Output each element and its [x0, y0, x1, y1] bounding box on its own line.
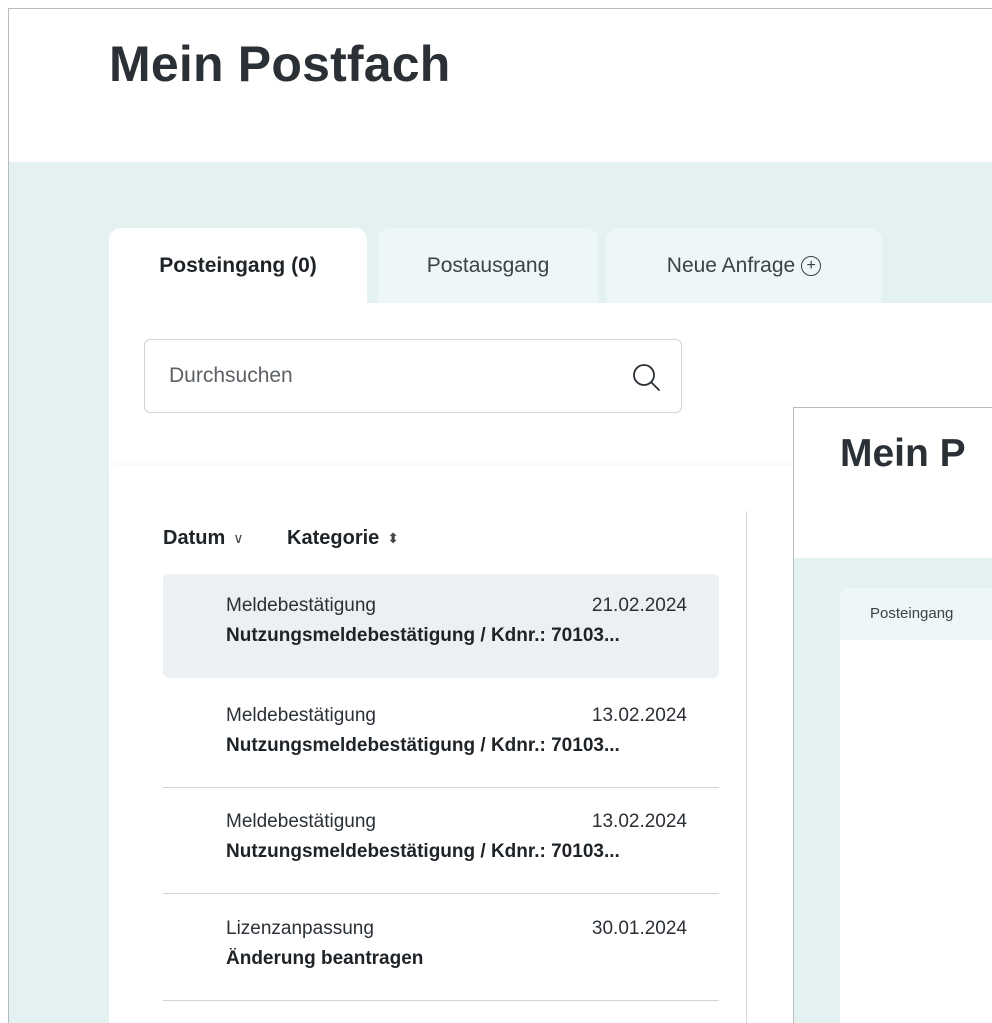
overlay-tab-posteingang[interactable]: Posteingang	[840, 588, 992, 640]
search-input[interactable]	[169, 340, 609, 412]
message-row[interactable]: Meldebestätigung 21.02.2024 Nutzungsmeld…	[163, 574, 719, 678]
message-subject: Nutzungsmeldebestätigung / Kdnr.: 70103.…	[226, 625, 620, 646]
tab-neue-anfrage-label: Neue Anfrage	[666, 254, 796, 277]
message-category: Lizenzanpassung	[226, 918, 374, 939]
message-date: 13.02.2024	[591, 811, 687, 832]
overlay-tab-label: Posteingang	[870, 605, 954, 622]
message-row[interactable]: Meldebestätigung 13.02.2024 Nutzungsmeld…	[163, 790, 719, 894]
tab-postausgang[interactable]: Postausgang	[378, 228, 598, 304]
message-category: Meldebestätigung	[226, 595, 376, 616]
message-subject: Nutzungsmeldebestätigung / Kdnr.: 70103.…	[226, 841, 620, 862]
message-date: 21.02.2024	[591, 595, 687, 616]
message-date: 30.01.2024	[591, 918, 687, 939]
sort-by-category-button[interactable]: Kategorie ⬍	[287, 527, 399, 550]
search-box	[144, 339, 682, 413]
overlay-preview-window: Mein P Posteingang	[793, 407, 992, 1023]
message-row[interactable]: Lizenzanpassung 30.01.2024 Änderung bean…	[163, 897, 719, 1001]
search-icon[interactable]	[631, 362, 661, 392]
overlay-panel	[840, 640, 992, 1023]
sort-toggle-icon: ⬍	[387, 530, 400, 546]
sort-bar: Datum ∨ Kategorie ⬍	[163, 527, 437, 550]
sort-date-label: Datum	[163, 527, 226, 549]
tab-posteingang-label: Posteingang (0)	[159, 254, 317, 277]
sort-category-label: Kategorie	[287, 527, 380, 549]
page-title: Mein Postfach	[109, 36, 451, 92]
message-subject: Änderung beantragen	[226, 948, 424, 969]
tab-neue-anfrage[interactable]: Neue Anfrage +	[606, 228, 882, 304]
plus-circle-icon: +	[801, 256, 822, 276]
message-subject: Nutzungsmeldebestätigung / Kdnr.: 70103.…	[226, 735, 620, 756]
chevron-down-icon: ∨	[233, 530, 244, 546]
sort-by-date-button[interactable]: Datum ∨	[163, 527, 243, 550]
list-divider	[746, 511, 747, 1023]
message-category: Meldebestätigung	[226, 811, 376, 832]
tab-posteingang[interactable]: Posteingang (0)	[109, 228, 367, 304]
tab-postausgang-label: Postausgang	[426, 254, 550, 277]
message-category: Meldebestätigung	[226, 705, 376, 726]
message-row[interactable]: Meldebestätigung 13.02.2024 Nutzungsmeld…	[163, 684, 719, 788]
overlay-title: Mein P	[840, 432, 966, 475]
message-date: 13.02.2024	[591, 705, 687, 726]
